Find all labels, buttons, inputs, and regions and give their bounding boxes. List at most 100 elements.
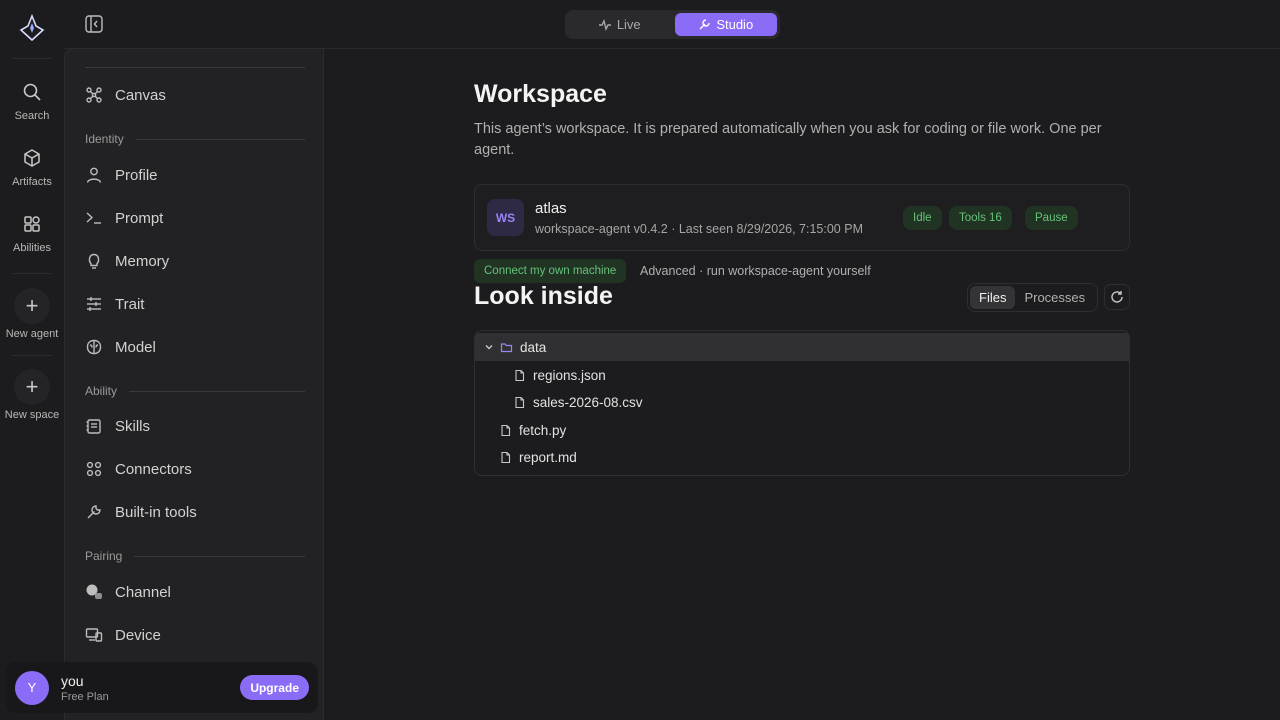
nav-label: Model [115, 338, 156, 356]
folder-icon [500, 342, 513, 352]
nav-label: Prompt [115, 209, 164, 227]
nav-item-connectors[interactable]: Connectors [85, 454, 305, 484]
pause-button[interactable]: Pause [1025, 206, 1078, 230]
brain-icon [86, 339, 102, 355]
rail-new-agent-label: New agent [5, 328, 59, 340]
workspace-card: WS atlas workspace-agent v0.4.2 · Last s… [474, 184, 1130, 251]
tree-row[interactable]: regions.json [475, 361, 1129, 389]
rail-divider [12, 355, 52, 356]
tree-row[interactable]: data [475, 333, 1129, 361]
section-title: Ability [85, 384, 118, 398]
collapse-sidebar-button[interactable] [84, 14, 104, 34]
rail-search[interactable]: Search [0, 82, 64, 122]
page-title: Workspace [474, 80, 607, 108]
nav-item-trait[interactable]: Trait [85, 289, 305, 319]
tree-row[interactable]: sales-2026-08.csv [475, 388, 1129, 416]
tree-row[interactable]: report.md [475, 443, 1129, 471]
plus-icon: + [14, 369, 50, 405]
nav-item-canvas[interactable]: Canvas [85, 80, 305, 110]
workspace-meta: workspace-agent v0.4.2 · Last seen 8/29/… [535, 222, 863, 236]
tree-item-name: data [520, 339, 547, 355]
tree-item-name: fetch.py [519, 422, 567, 438]
refresh-button[interactable] [1104, 284, 1130, 310]
rail-divider [12, 273, 52, 274]
nav-label: Device [115, 626, 161, 644]
file-icon [515, 396, 525, 408]
rail-artifacts-label: Artifacts [12, 176, 52, 188]
nav-item-model[interactable]: Model [85, 332, 305, 362]
workspace-badge: WS [487, 199, 524, 236]
file-tree: data regions.json sales-2026-08.csv fetc… [474, 330, 1130, 476]
mode-studio-label: Studio [716, 17, 754, 32]
tab-files[interactable]: Files [970, 286, 1016, 309]
sliders-icon [87, 297, 101, 311]
user-meta: you Free Plan [61, 673, 109, 703]
app-logo-icon[interactable] [19, 14, 45, 42]
devices-icon [85, 628, 103, 642]
nav-item-builtin-tools[interactable]: Built-in tools [85, 497, 305, 527]
section-title: Pairing [85, 549, 123, 563]
nav-label: Memory [115, 252, 170, 270]
nav-item-profile[interactable]: Profile [85, 160, 305, 190]
search-icon [23, 83, 41, 101]
file-icon [501, 451, 511, 463]
panel-divider [85, 67, 305, 68]
wrench-icon [87, 505, 101, 519]
skills-icon [86, 419, 101, 434]
file-icon [501, 424, 511, 436]
tree-row[interactable]: fetch.py [475, 416, 1129, 444]
section-title-look-inside: Look inside [474, 282, 613, 310]
rail-new-space[interactable]: + New space [0, 369, 64, 421]
connect-machine-button[interactable]: Connect my own machine [474, 259, 627, 283]
icon-rail: Search Artifacts Abilities + New agent +… [0, 0, 64, 720]
tools-count-badge: Tools 16 [949, 206, 1012, 230]
rail-new-space-label: New space [4, 409, 60, 421]
view-tabs: Files Processes [967, 283, 1098, 312]
activity-icon [598, 18, 611, 31]
nav-item-channel[interactable]: Channel [85, 577, 305, 607]
file-icon [515, 369, 525, 381]
section-title: Identity [85, 132, 124, 146]
section-pairing: Pairing [85, 549, 305, 563]
user-plan: Free Plan [61, 690, 109, 703]
chevron-down-icon [485, 345, 493, 350]
mode-live-button[interactable]: Live [568, 13, 671, 36]
rail-divider [12, 58, 52, 59]
rail-artifacts[interactable]: Artifacts [0, 148, 64, 188]
grid-icon [24, 216, 40, 232]
rail-abilities[interactable]: Abilities [0, 214, 64, 254]
section-identity: Identity [85, 132, 305, 146]
nav-item-skills[interactable]: Skills [85, 411, 305, 441]
tab-processes[interactable]: Processes [1015, 286, 1094, 309]
mode-live-label: Live [616, 17, 641, 32]
advanced-link[interactable]: Advanced · run workspace-agent yourself [640, 264, 871, 278]
user-name: you [61, 672, 84, 689]
rail-new-agent[interactable]: + New agent [0, 288, 64, 340]
mode-studio-button[interactable]: Studio [674, 13, 777, 36]
nav-item-prompt[interactable]: Prompt [85, 203, 305, 233]
connectors-icon [86, 461, 102, 477]
terminal-icon [86, 212, 101, 224]
user-icon [86, 167, 102, 183]
mode-switch: Live Studio [565, 10, 780, 39]
page-description: This agent’s workspace. It is prepared a… [474, 121, 1102, 158]
nav-item-memory[interactable]: Memory [85, 246, 305, 276]
canvas-icon [86, 87, 102, 103]
wrench-icon [699, 19, 711, 30]
channel-icon [86, 584, 102, 599]
workspace-name: atlas [535, 200, 567, 217]
cube-icon [24, 149, 40, 167]
nav-item-device[interactable]: Device [85, 620, 305, 650]
lightbulb-icon [88, 253, 100, 269]
nav-label: Connectors [115, 460, 192, 478]
nav-label: Skills [115, 417, 151, 435]
rail-search-label: Search [14, 110, 50, 122]
tree-item-name: report.md [519, 449, 577, 465]
user-card[interactable]: Y you Free Plan Upgrade [6, 662, 318, 713]
tree-item-name: regions.json [533, 367, 606, 383]
status-badge: Idle [903, 206, 942, 230]
nav-label: Built-in tools [115, 503, 197, 521]
upgrade-button[interactable]: Upgrade [240, 675, 309, 700]
settings-panel: Canvas Identity Profile Prompt Memory Tr… [64, 48, 324, 720]
refresh-icon [1111, 291, 1123, 303]
